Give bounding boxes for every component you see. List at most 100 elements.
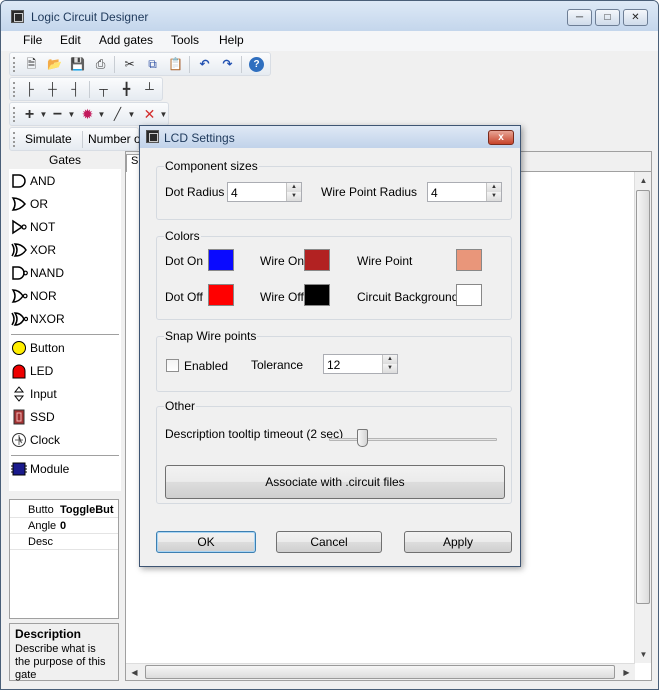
spin-down-icon[interactable]: ▼ bbox=[486, 192, 501, 201]
chevron-down-icon[interactable]: ▼ bbox=[64, 107, 79, 122]
copy-icon[interactable]: ⧉ bbox=[145, 57, 160, 72]
ok-button[interactable]: OK bbox=[156, 531, 256, 553]
circuit-background-color-swatch[interactable] bbox=[456, 284, 482, 306]
spin-up-icon[interactable]: ▲ bbox=[286, 183, 301, 192]
redo-icon[interactable]: ↷ bbox=[220, 57, 235, 72]
io-button[interactable]: Button bbox=[11, 338, 119, 358]
divider bbox=[11, 334, 119, 335]
menu-file[interactable]: File bbox=[23, 33, 42, 47]
io-led[interactable]: LED bbox=[11, 361, 119, 381]
group-title: Snap Wire points bbox=[164, 329, 258, 343]
description-text: Describe what is the purpose of this gat… bbox=[15, 643, 106, 681]
scroll-up-icon[interactable]: ▲ bbox=[635, 172, 652, 189]
dialog-close-button[interactable]: x bbox=[488, 130, 514, 145]
align-middle-icon[interactable]: ╋ bbox=[119, 82, 134, 97]
vertical-scrollbar[interactable]: ▲ ▼ bbox=[634, 172, 651, 663]
undo-icon[interactable]: ↶ bbox=[197, 57, 212, 72]
spin-up-icon[interactable]: ▲ bbox=[486, 183, 501, 192]
toolbar-grip[interactable] bbox=[13, 132, 16, 147]
spin-down-icon[interactable]: ▼ bbox=[286, 192, 301, 201]
simulate-button[interactable]: Simulate bbox=[25, 132, 72, 146]
property-row[interactable]: Desc bbox=[10, 534, 118, 550]
wire-point-radius-value[interactable]: 4 bbox=[431, 186, 438, 200]
align-right-icon[interactable]: ┤ bbox=[68, 82, 83, 97]
dot-on-color-swatch[interactable] bbox=[208, 249, 234, 271]
snap-wire-points-group: Snap Wire points Enabled Tolerance 12 ▲ … bbox=[156, 329, 512, 392]
snap-enabled-label[interactable]: Enabled bbox=[184, 359, 228, 373]
gate-not[interactable]: NOT bbox=[11, 217, 119, 237]
wire-point-color-swatch[interactable] bbox=[456, 249, 482, 271]
chevron-down-icon[interactable]: ▼ bbox=[94, 107, 109, 122]
gate-xor[interactable]: XOR bbox=[11, 240, 119, 260]
minimize-button[interactable]: ─ bbox=[567, 9, 592, 26]
align-top-icon[interactable]: ┬ bbox=[96, 82, 111, 97]
horizontal-scroll-thumb[interactable] bbox=[145, 665, 615, 679]
close-button[interactable]: ✕ bbox=[623, 9, 648, 26]
property-row[interactable]: Butto ToggleBut bbox=[10, 502, 118, 518]
chevron-down-icon[interactable]: ▼ bbox=[36, 107, 51, 122]
chevron-down-icon[interactable]: ▼ bbox=[124, 107, 139, 122]
dot-radius-value[interactable]: 4 bbox=[231, 186, 238, 200]
new-file-icon[interactable]: 🗎 bbox=[24, 57, 39, 72]
delete-icon[interactable]: ✕ bbox=[142, 107, 157, 122]
tooltip-timeout-slider-thumb[interactable] bbox=[357, 429, 369, 447]
save-icon[interactable]: 💾 bbox=[70, 57, 85, 72]
module-item[interactable]: Module bbox=[11, 459, 119, 479]
open-folder-icon[interactable]: 📂 bbox=[47, 57, 62, 72]
wire-on-color-swatch[interactable] bbox=[304, 249, 330, 271]
scroll-down-icon[interactable]: ▼ bbox=[635, 646, 652, 663]
dot-radius-spinner[interactable]: 4 ▲ ▼ bbox=[227, 182, 302, 202]
toolbar-separator bbox=[241, 56, 242, 73]
toolbar-grip[interactable] bbox=[13, 107, 16, 122]
io-clock[interactable]: Clock bbox=[11, 430, 119, 450]
scroll-left-icon[interactable]: ◀ bbox=[126, 664, 143, 681]
wire-point-radius-spinner[interactable]: 4 ▲ ▼ bbox=[427, 182, 502, 202]
cut-icon[interactable]: ✂ bbox=[122, 57, 137, 72]
property-value[interactable]: 0 bbox=[60, 520, 118, 532]
menu-tools[interactable]: Tools bbox=[171, 33, 199, 47]
gate-nxor[interactable]: NXOR bbox=[11, 309, 119, 329]
associate-circuit-files-button[interactable]: Associate with .circuit files bbox=[165, 465, 505, 499]
io-ssd[interactable]: SSD bbox=[11, 407, 119, 427]
apply-button[interactable]: Apply bbox=[404, 531, 512, 553]
toolbar-separator bbox=[114, 56, 115, 73]
align-center-icon[interactable]: ┼ bbox=[45, 82, 60, 97]
wire-on-label: Wire On bbox=[260, 254, 305, 268]
help-icon[interactable]: ? bbox=[249, 57, 264, 72]
gate-and[interactable]: AND bbox=[11, 171, 119, 191]
gate-label: NAND bbox=[30, 266, 65, 280]
toolbar-grip[interactable] bbox=[13, 82, 16, 97]
toolbar-grip[interactable] bbox=[13, 57, 16, 72]
maximize-button[interactable]: □ bbox=[595, 9, 620, 26]
snap-enabled-checkbox[interactable] bbox=[166, 359, 179, 372]
align-bottom-icon[interactable]: ┴ bbox=[142, 82, 157, 97]
menu-help[interactable]: Help bbox=[219, 33, 244, 47]
menu-add-gates[interactable]: Add gates bbox=[99, 33, 153, 47]
io-input[interactable]: Input bbox=[11, 384, 119, 404]
align-left-icon[interactable]: ├ bbox=[22, 82, 37, 97]
zoom-in-icon[interactable]: + bbox=[22, 107, 37, 123]
print-icon[interactable]: ⎙ bbox=[93, 57, 108, 72]
menu-edit[interactable]: Edit bbox=[60, 33, 81, 47]
dot-off-color-swatch[interactable] bbox=[208, 284, 234, 306]
wire-off-color-swatch[interactable] bbox=[304, 284, 330, 306]
horizontal-scrollbar[interactable]: ◀ ▶ bbox=[126, 663, 635, 680]
gate-nand[interactable]: NAND bbox=[11, 263, 119, 283]
scroll-right-icon[interactable]: ▶ bbox=[618, 664, 635, 681]
spin-up-icon[interactable]: ▲ bbox=[382, 355, 397, 364]
property-row[interactable]: Angle 0 bbox=[10, 518, 118, 534]
property-value[interactable]: ToggleBut bbox=[60, 504, 118, 516]
cancel-button[interactable]: Cancel bbox=[276, 531, 382, 553]
chevron-down-icon[interactable]: ▼ bbox=[156, 107, 171, 122]
wire-icon[interactable]: ╱ bbox=[110, 107, 125, 122]
tolerance-value[interactable]: 12 bbox=[327, 358, 340, 372]
vertical-scroll-thumb[interactable] bbox=[636, 190, 650, 604]
gate-or[interactable]: OR bbox=[11, 194, 119, 214]
spin-down-icon[interactable]: ▼ bbox=[382, 364, 397, 373]
tolerance-spinner[interactable]: 12 ▲ ▼ bbox=[323, 354, 398, 374]
paste-icon[interactable]: 📋 bbox=[168, 57, 183, 72]
tooltip-timeout-slider-track[interactable] bbox=[329, 438, 497, 441]
gate-nor[interactable]: NOR bbox=[11, 286, 119, 306]
burst-icon[interactable]: ✹ bbox=[80, 107, 95, 122]
zoom-out-icon[interactable]: − bbox=[50, 107, 65, 123]
